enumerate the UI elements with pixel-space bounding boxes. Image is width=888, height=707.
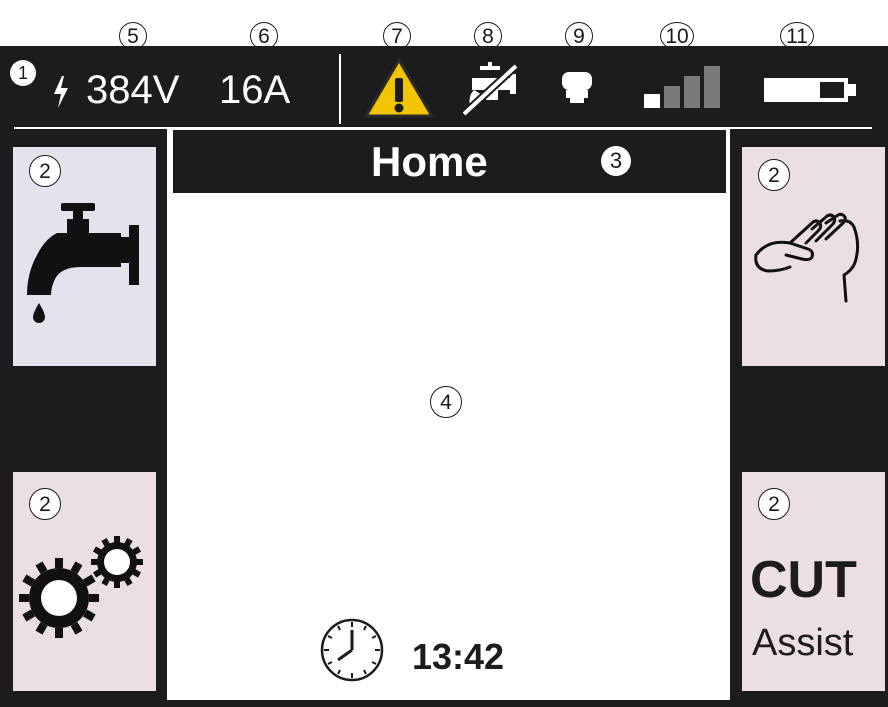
hand-icon	[754, 212, 860, 303]
assist-label: Assist	[752, 622, 854, 664]
callout-2: 2	[758, 159, 790, 191]
voltage-readout: 384V	[86, 68, 180, 112]
gears-icon	[19, 536, 143, 638]
status-bar: 1 384V 16A	[0, 46, 888, 126]
water-off-icon[interactable]	[458, 60, 522, 118]
water-tap-icon	[27, 203, 139, 323]
tile-settings[interactable]: 2	[13, 472, 156, 691]
callout-3: 3	[601, 146, 631, 176]
lightning-icon	[54, 76, 68, 108]
signal-icon	[644, 66, 720, 108]
status-divider	[339, 54, 341, 124]
clock-icon	[320, 618, 384, 682]
callout-2: 2	[758, 488, 790, 520]
callout-2: 2	[29, 488, 61, 520]
tile-water[interactable]: 2	[13, 147, 156, 366]
clock-time: 13:42	[412, 636, 505, 677]
tile-cut-assist[interactable]: 2 CUT Assist	[742, 472, 885, 691]
tile-hand[interactable]: 2	[742, 147, 885, 366]
callout-2: 2	[29, 155, 61, 187]
battery-icon	[764, 78, 856, 102]
warning-icon[interactable]	[362, 56, 436, 120]
screen-header: Home 3	[173, 130, 726, 193]
callout-1: 1	[10, 60, 36, 86]
cut-label: CUT	[750, 551, 857, 609]
current-readout: 16A	[219, 68, 291, 112]
callout-4: 4	[430, 386, 462, 418]
page-title: Home	[371, 138, 488, 185]
nozzle-icon	[562, 72, 592, 103]
